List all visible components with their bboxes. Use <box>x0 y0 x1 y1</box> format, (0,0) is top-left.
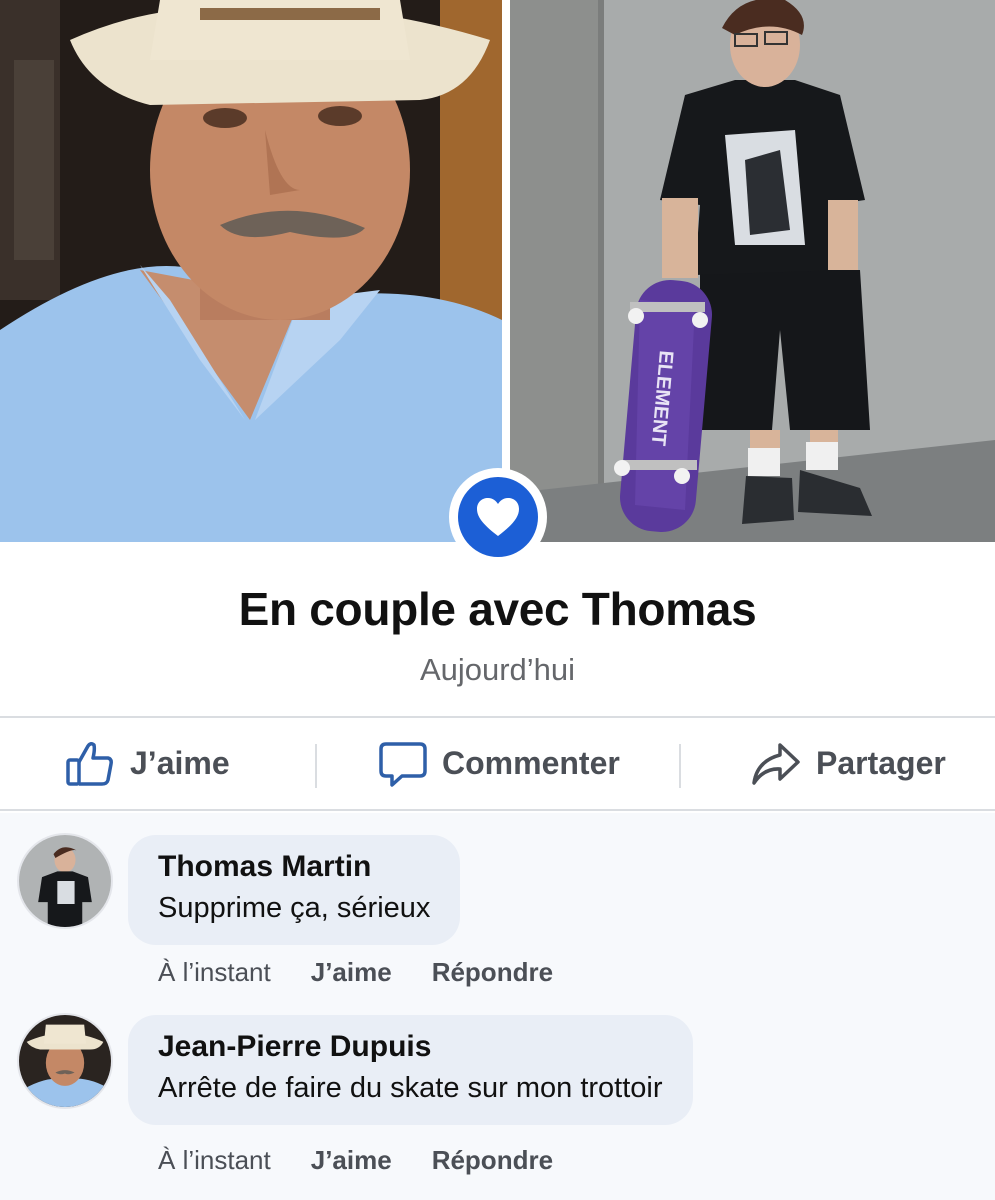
share-arrow-icon <box>750 741 802 787</box>
comment-timestamp: À l’instant <box>158 957 271 987</box>
comment-timestamp: À l’instant <box>158 1145 271 1175</box>
young-man-skateboard-image: ELEMENT <box>510 0 995 542</box>
comment-bubble-icon <box>378 740 428 788</box>
right-profile-photo[interactable]: ELEMENT <box>510 0 995 542</box>
share-label: Partager <box>816 745 946 781</box>
thumbs-up-icon <box>64 738 116 790</box>
like-button[interactable]: J’aime <box>64 718 230 809</box>
action-divider <box>315 744 317 788</box>
comment-bubble: Jean-Pierre Dupuis Arrête de faire du sk… <box>128 1015 693 1125</box>
comment-meta: À l’instant J’aime Répondre <box>158 1145 593 1176</box>
post-action-bar: J’aime Commenter Partager <box>0 716 995 811</box>
comment-bubble: Thomas Martin Supprime ça, sérieux <box>128 835 461 945</box>
cover-photos: ELEMENT <box>0 0 995 566</box>
avatar[interactable] <box>17 1013 113 1109</box>
left-profile-photo[interactable] <box>0 0 502 542</box>
comment-author[interactable]: Thomas Martin <box>158 847 430 887</box>
comment-button[interactable]: Commenter <box>378 718 620 809</box>
thomas-avatar-image <box>19 835 111 927</box>
post-title: En couple avec Thomas <box>238 583 757 635</box>
comment-reply-link[interactable]: Répondre <box>432 957 553 988</box>
heart-icon <box>458 477 538 557</box>
avatar[interactable] <box>17 833 113 929</box>
comment-meta: À l’instant J’aime Répondre <box>158 957 593 988</box>
relationship-badge <box>449 468 547 566</box>
comment-label: Commenter <box>442 745 620 781</box>
comment-author[interactable]: Jean-Pierre Dupuis <box>158 1027 663 1067</box>
share-button[interactable]: Partager <box>750 718 946 809</box>
comment-text: Arrête de faire du skate sur mon trottoi… <box>158 1072 663 1104</box>
comments-section: Thomas Martin Supprime ça, sérieux À l’i… <box>0 813 995 1200</box>
like-label: J’aime <box>130 745 230 781</box>
jean-pierre-avatar-image <box>19 1015 111 1107</box>
action-divider <box>679 744 681 788</box>
post-date: Aujourd’hui <box>419 652 576 687</box>
comment-like-link[interactable]: J’aime <box>311 1145 392 1176</box>
comment-text: Supprime ça, sérieux <box>158 892 431 924</box>
comment-reply-link[interactable]: Répondre <box>432 1145 553 1176</box>
comment-like-link[interactable]: J’aime <box>311 957 392 988</box>
man-in-hat-image <box>0 0 502 542</box>
